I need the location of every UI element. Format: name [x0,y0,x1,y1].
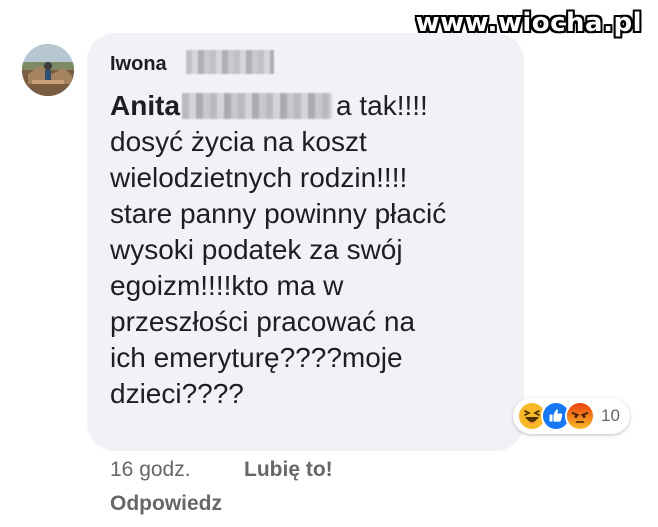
comment-line: Anita a tak!!!! [110,88,510,124]
comment-line: stare panny powinny płacić [110,198,447,229]
comment-line-text: a tak!!!! [336,90,428,121]
comment-author[interactable]: Iwona [110,53,167,76]
redaction-bar [186,50,274,74]
comment-line: wielodzietnych rodzin!!!! [110,162,408,193]
comment-text: Anita a tak!!!! dosyć życia na koszt wiel… [110,88,510,412]
timestamp[interactable]: 16 godz. [110,458,191,482]
avatar[interactable] [22,44,74,96]
comment-line: przeszłości pracować na [110,306,416,337]
reactions-summary[interactable]: 10 [513,398,630,434]
redaction-bar [182,93,332,119]
mention-link[interactable]: Anita [110,90,180,121]
avatar-photo [22,44,74,96]
comment-line: ich emeryturę????moje [110,342,403,373]
like-button[interactable]: Lubię to! [244,458,333,482]
comment-line: dosyć życia na koszt [110,126,367,157]
comment-line: egoizm!!!!kto ma w [110,270,344,301]
reply-button[interactable]: Odpowiedz [110,492,222,516]
comment-line: dzieci???? [110,378,244,409]
comment-line: wysoki podatek za swój [110,234,403,265]
reaction-count: 10 [601,406,620,425]
angry-icon [565,401,595,431]
